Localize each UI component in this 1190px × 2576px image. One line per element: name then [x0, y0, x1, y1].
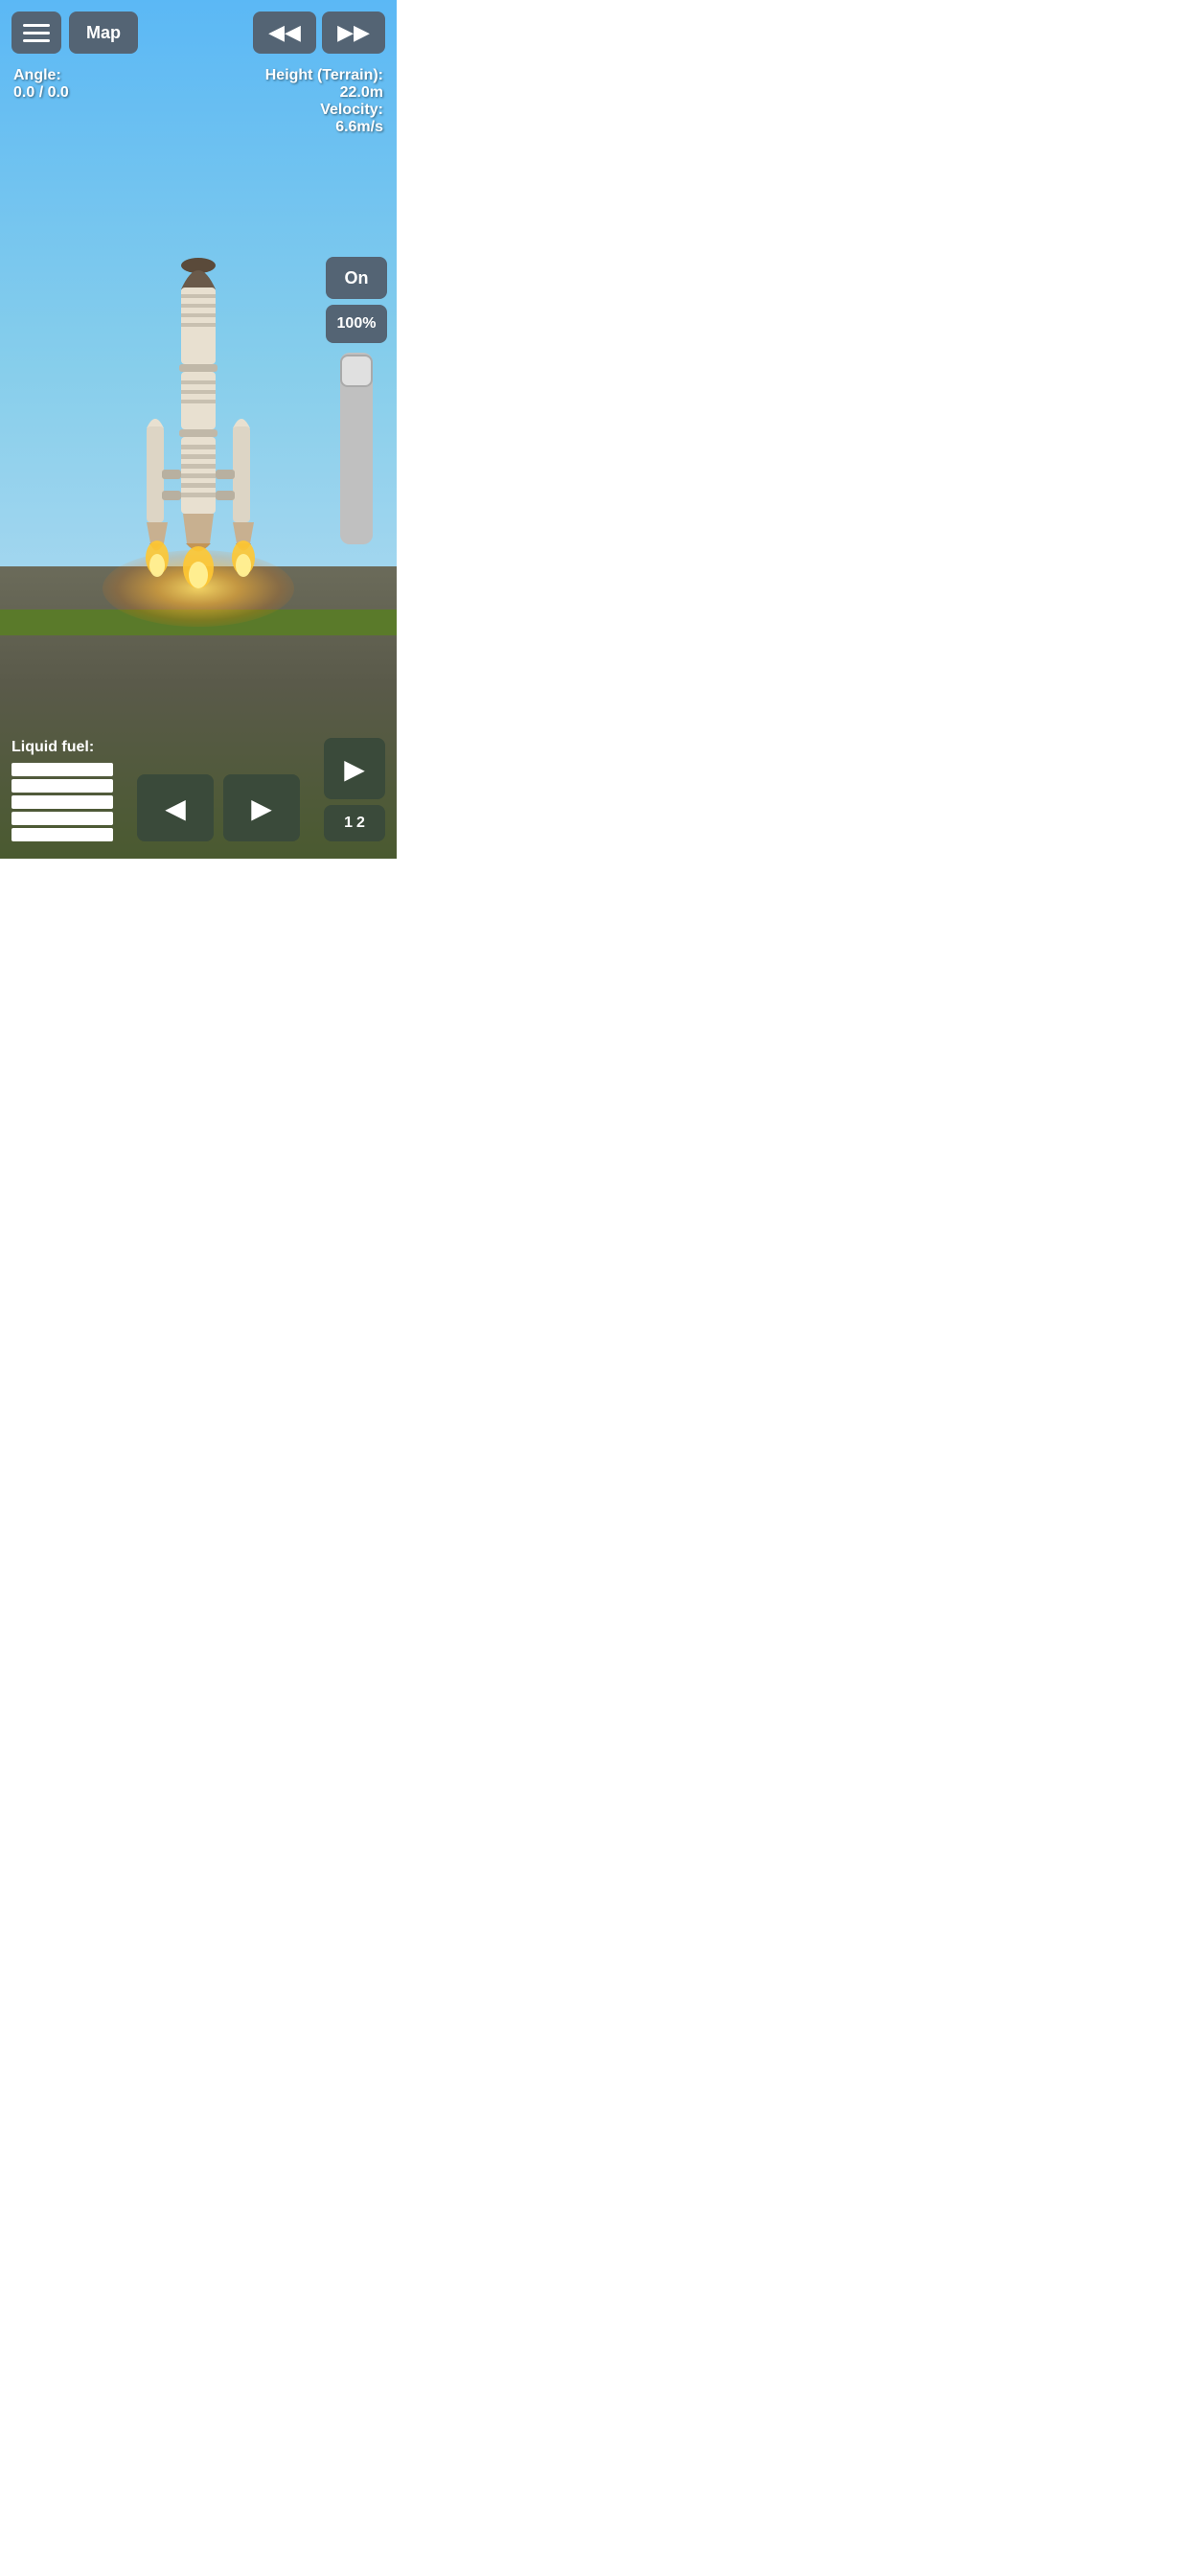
- menu-line-1: [23, 24, 50, 27]
- play-button[interactable]: ▶: [324, 738, 385, 799]
- fuel-section: Liquid fuel:: [11, 739, 113, 841]
- top-left-controls: Map: [11, 12, 138, 54]
- stats-right: Height (Terrain): 22.0m Velocity: 6.6m/s: [265, 67, 383, 136]
- height-label: Height (Terrain):: [265, 67, 383, 84]
- menu-line-3: [23, 39, 50, 42]
- throttle-handle[interactable]: [340, 355, 373, 387]
- angle-label: Angle:: [13, 67, 69, 84]
- velocity-value: 6.6m/s: [265, 119, 383, 136]
- rotate-right-button[interactable]: ▶: [223, 774, 300, 841]
- top-right-controls: ◀◀ ▶▶: [253, 12, 385, 54]
- rewind-button[interactable]: ◀◀: [253, 12, 316, 54]
- left-arrow-icon: ◀: [165, 793, 186, 824]
- right-controls: On 100%: [326, 257, 387, 544]
- fuel-bar-4: [11, 812, 113, 825]
- velocity-label: Velocity:: [265, 102, 383, 119]
- rocket: [103, 242, 294, 644]
- fuel-bar-1: [11, 763, 113, 776]
- right-bottom: ▶ 1 2: [324, 738, 385, 841]
- angle-value: 0.0 / 0.0: [13, 84, 69, 102]
- stage-2-label: 2: [356, 815, 365, 832]
- forward-icon: ▶▶: [337, 20, 370, 45]
- fuel-bar-2: [11, 779, 113, 793]
- bottom-controls: Liquid fuel: ◀ ▶ ▶ 1 2: [0, 738, 397, 841]
- fuel-bar-3: [11, 795, 113, 809]
- stage-1-label: 1: [344, 815, 353, 832]
- rotate-left-button[interactable]: ◀: [137, 774, 214, 841]
- fuel-label: Liquid fuel:: [11, 739, 113, 756]
- menu-button[interactable]: [11, 12, 61, 54]
- play-icon: ▶: [344, 753, 365, 785]
- menu-line-2: [23, 32, 50, 34]
- fuel-bar-5: [11, 828, 113, 841]
- height-value: 22.0m: [265, 84, 383, 102]
- rocket-svg: [103, 242, 294, 644]
- stats-left: Angle: 0.0 / 0.0: [13, 67, 69, 102]
- throttle-slider[interactable]: [340, 353, 373, 544]
- throttle-percent-button[interactable]: 100%: [326, 305, 387, 343]
- engine-on-button[interactable]: On: [326, 257, 387, 299]
- rewind-icon: ◀◀: [268, 20, 301, 45]
- stages-button[interactable]: 1 2: [324, 805, 385, 841]
- nav-buttons: ◀ ▶: [137, 774, 300, 841]
- right-arrow-icon: ▶: [251, 793, 272, 824]
- forward-button[interactable]: ▶▶: [322, 12, 385, 54]
- top-bar: Map ◀◀ ▶▶: [11, 12, 385, 54]
- map-button[interactable]: Map: [69, 12, 138, 54]
